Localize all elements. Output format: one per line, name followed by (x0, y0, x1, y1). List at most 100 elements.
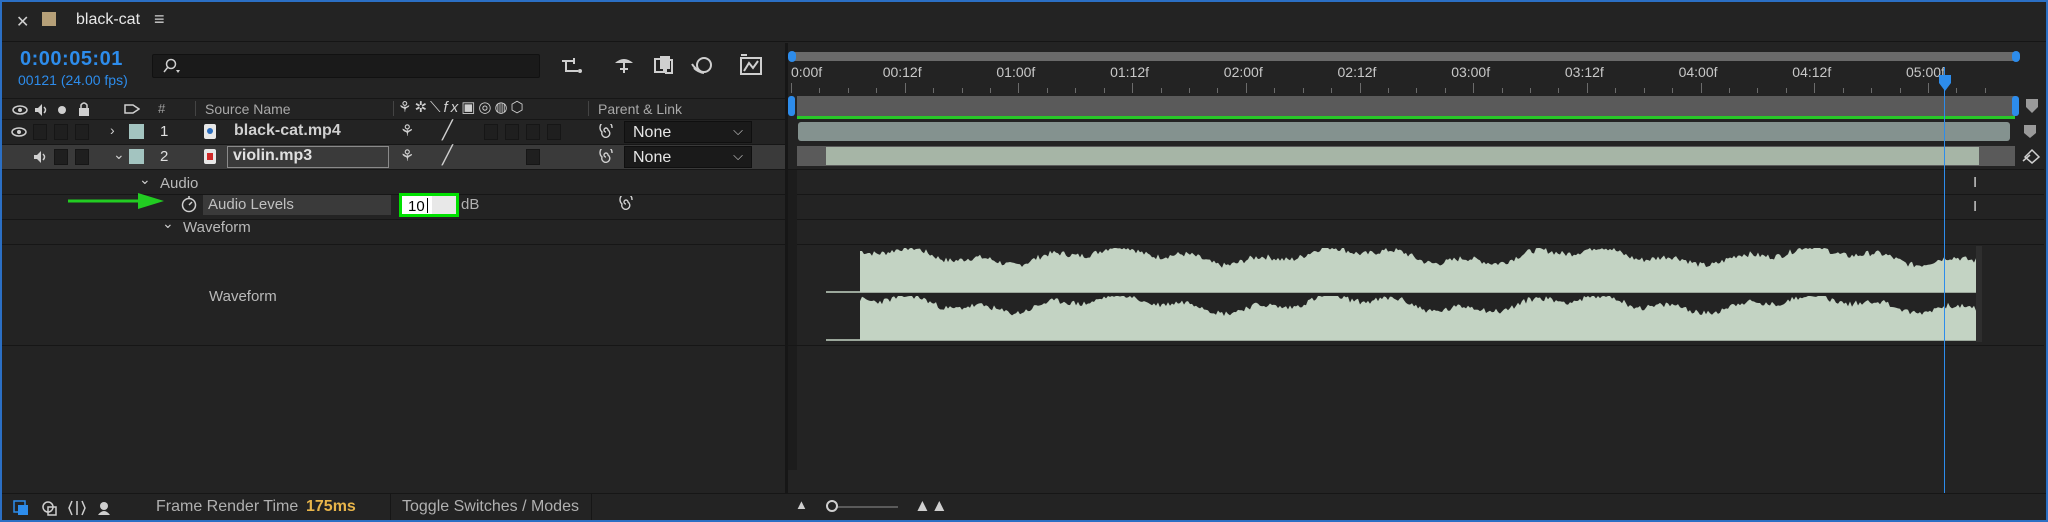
switch-box[interactable] (505, 124, 519, 140)
shy-layers-icon[interactable] (612, 55, 636, 77)
work-area-bar[interactable] (791, 52, 2017, 61)
ruler-minor-tick (989, 88, 991, 93)
zoom-in-icon[interactable]: ▲▲ (914, 496, 948, 516)
layer-name-box[interactable]: violin.mp3 (227, 146, 389, 168)
lock-toggle[interactable] (75, 124, 89, 140)
layer-name[interactable]: black-cat.mp4 (234, 122, 341, 140)
parent-dropdown[interactable]: None ⌵ (624, 146, 752, 168)
audio-waveform (826, 246, 1982, 342)
audio-speaker-icon[interactable] (32, 150, 48, 164)
parent-dropdown[interactable]: None ⌵ (624, 121, 752, 143)
stopwatch-icon[interactable] (180, 194, 198, 213)
motion-blur-icon[interactable] (690, 54, 716, 76)
duration-end-handle[interactable] (2012, 96, 2019, 116)
waveform-group-chevron-icon[interactable]: ⌄ (162, 215, 174, 232)
ruler-tick-label: 00:12f (882, 64, 922, 80)
switch-box[interactable] (526, 149, 540, 165)
pick-whip-icon[interactable] (598, 124, 614, 140)
label-color-swatch[interactable] (129, 124, 144, 139)
ruler-tick-label: 04:12f (1792, 64, 1832, 80)
current-time[interactable]: 0:00:05:01 (20, 48, 123, 71)
search-input[interactable] (152, 54, 540, 78)
comp-duration-bar (797, 96, 2015, 116)
zoom-out-icon[interactable]: ▲ (795, 497, 808, 512)
search-field[interactable] (183, 57, 533, 75)
solo-toggle[interactable] (54, 149, 68, 165)
render-icon[interactable] (40, 499, 58, 517)
frame-blending-icon[interactable] (652, 54, 676, 76)
ruler-minor-tick (1899, 88, 1901, 93)
toggle-switches-modes-button[interactable]: Toggle Switches / Modes (402, 498, 579, 516)
switch-box[interactable] (484, 124, 498, 140)
tab-title[interactable]: black-cat (76, 11, 140, 29)
video-visibility-icon[interactable] (11, 125, 27, 139)
frame-render-label: Frame Render Time (156, 498, 299, 515)
collapse-chevron-icon[interactable]: ⌄ (113, 146, 125, 163)
time-ruler[interactable]: 0:00f 00:12f 01:00f 01:12f 02:00f 02:12f 03:00… (791, 61, 2017, 94)
layer-bar-2[interactable] (826, 147, 1979, 165)
switch-box[interactable] (547, 124, 561, 140)
solo-toggle[interactable] (54, 124, 68, 140)
source-name-header[interactable]: Source Name (205, 101, 291, 117)
solo-header-icon (58, 106, 66, 114)
audio-file-icon (204, 149, 216, 164)
composition-icon (42, 12, 56, 26)
switch-box[interactable] (526, 124, 540, 140)
keyframe-marker-icon[interactable]: I (1973, 198, 1977, 215)
tab-bar: ✕ black-cat ≡ (2, 2, 2046, 42)
label-color-swatch[interactable] (129, 149, 144, 164)
playhead-line[interactable] (1944, 67, 1945, 493)
ruler-minor-tick (1075, 88, 1077, 93)
ruler-tick-label: 0:00f (791, 64, 823, 80)
zoom-slider[interactable] (828, 506, 898, 508)
audio-levels-label-box[interactable]: Audio Levels (203, 195, 391, 215)
comp-marker-bin-icon[interactable] (2024, 97, 2040, 115)
shy-switch-icon[interactable]: ⚘ (400, 121, 414, 141)
playhead-marker-icon[interactable] (1937, 73, 1953, 93)
shy-switch-icon[interactable]: ⚘ (400, 146, 414, 166)
graph-editor-icon[interactable] (738, 53, 764, 77)
ruler-minor-tick (1302, 88, 1304, 93)
audio-group-label[interactable]: Audio (160, 175, 198, 192)
ruler-minor-tick (1444, 88, 1446, 93)
label-header-icon (124, 104, 140, 114)
expand-chevron-icon[interactable]: › (110, 122, 115, 138)
tab-menu-icon[interactable]: ≡ (154, 9, 165, 30)
pick-whip-icon[interactable] (598, 149, 614, 165)
ruler-minor-tick (1984, 88, 1986, 93)
composition-flowchart-icon[interactable] (560, 55, 584, 77)
graph-toggle-icon[interactable] (95, 499, 115, 517)
quality-switch-icon[interactable]: ╱ (442, 120, 453, 141)
ruler-minor-tick (961, 88, 963, 93)
video-visibility-header-icon (12, 105, 28, 115)
wiggle-hand-icon[interactable] (2022, 147, 2042, 165)
layer-row-2[interactable]: ⌄ 2 violin.mp3 ⚘ ╱ None ⌵ (2, 145, 785, 169)
duration-start-handle[interactable] (788, 96, 795, 116)
zoom-slider-thumb[interactable] (826, 500, 838, 512)
audio-group-chevron-icon[interactable]: ⌄ (139, 171, 151, 188)
layer-bar-1[interactable] (798, 122, 2010, 141)
keyframe-marker-icon[interactable]: I (1973, 174, 1977, 191)
quality-switch-icon[interactable]: ╱ (442, 145, 453, 166)
render-progress-bar (797, 116, 2015, 119)
lock-toggle[interactable] (75, 149, 89, 165)
in-out-icon[interactable] (68, 499, 86, 517)
ruler-minor-tick (1785, 88, 1787, 93)
comp-window-icon[interactable] (12, 499, 30, 517)
expression-pick-whip-icon[interactable] (618, 196, 634, 212)
ruler-minor-tick (1871, 88, 1873, 93)
ruler-minor-tick (1387, 88, 1389, 93)
audio-levels-input[interactable]: 10 (399, 193, 459, 217)
ruler-minor-tick (876, 88, 878, 93)
parent-link-header[interactable]: Parent & Link (598, 101, 682, 117)
ruler-tick-mark (791, 83, 792, 93)
layer-row-1[interactable]: › 1 black-cat.mp4 ⚘ ╱ None ⌵ (2, 120, 785, 144)
frame-render-value: 175ms (306, 498, 356, 515)
layer-name[interactable]: violin.mp3 (233, 147, 312, 165)
waveform-group-label[interactable]: Waveform (183, 219, 251, 236)
audio-levels-value[interactable]: 10 (408, 198, 425, 215)
audio-toggle[interactable] (33, 124, 47, 140)
layer-marker-icon[interactable] (2022, 123, 2040, 139)
close-tab-icon[interactable]: ✕ (16, 12, 29, 32)
ruler-tick-label: 03:00f (1451, 64, 1491, 80)
